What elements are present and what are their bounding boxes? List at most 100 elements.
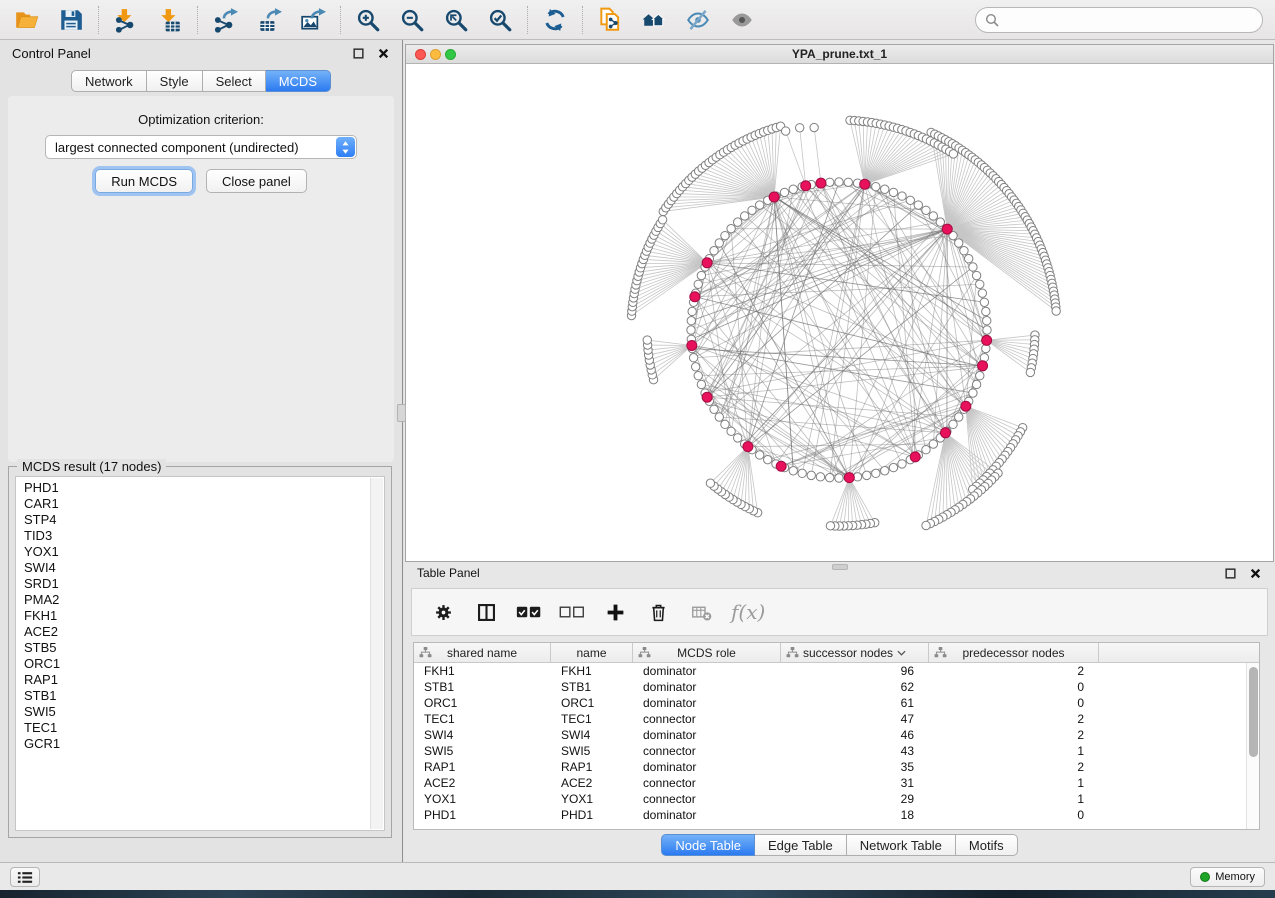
tab-edge-table[interactable]: Edge Table <box>755 834 847 856</box>
network-node[interactable] <box>740 212 748 220</box>
network-canvas[interactable] <box>406 64 1273 561</box>
mcds-hub-node[interactable] <box>743 442 753 452</box>
network-node[interactable] <box>798 469 806 477</box>
mcds-hub-node[interactable] <box>978 361 988 371</box>
toggle-columns-button[interactable] <box>473 599 499 625</box>
import-network-button[interactable] <box>107 4 145 36</box>
network-node[interactable] <box>898 460 906 468</box>
search-box[interactable] <box>975 7 1263 33</box>
network-node[interactable] <box>949 420 957 428</box>
network-node[interactable] <box>688 307 696 315</box>
network-node[interactable] <box>972 271 980 279</box>
mcds-hub-node[interactable] <box>816 178 826 188</box>
network-node[interactable] <box>733 434 741 442</box>
network-node[interactable] <box>929 212 937 220</box>
maximize-window-icon[interactable] <box>445 49 456 60</box>
network-node[interactable] <box>955 239 963 247</box>
column-header-shared-name[interactable]: shared name <box>414 643 551 662</box>
network-node[interactable] <box>906 196 914 204</box>
network-node[interactable] <box>691 363 699 371</box>
close-panel-button[interactable]: Close panel <box>206 169 307 193</box>
table-row[interactable]: STB1STB1dominator620 <box>414 679 1259 695</box>
network-node[interactable] <box>889 463 897 471</box>
table-scrollbar-thumb[interactable] <box>1249 667 1258 757</box>
network-node[interactable] <box>936 218 944 226</box>
export-image-button[interactable] <box>294 4 332 36</box>
float-panel-icon[interactable] <box>352 47 365 60</box>
network-node[interactable] <box>694 372 702 380</box>
network-node[interactable] <box>863 471 871 479</box>
network-node[interactable] <box>727 427 735 435</box>
column-header-successor-nodes[interactable]: successor nodes <box>781 643 929 662</box>
network-node[interactable] <box>983 317 991 325</box>
network-node[interactable] <box>872 469 880 477</box>
mcds-result-item[interactable]: FKH1 <box>16 608 384 624</box>
select-all-button[interactable] <box>516 599 542 625</box>
panel-splitter-grip[interactable] <box>397 404 406 422</box>
run-mcds-button[interactable]: Run MCDS <box>95 169 193 193</box>
first-neighbors-button[interactable] <box>635 4 673 36</box>
network-node[interactable] <box>697 380 705 388</box>
table-row[interactable]: PHD1PHD1dominator180 <box>414 807 1259 823</box>
network-node[interactable] <box>810 123 818 131</box>
mcds-result-item[interactable]: STP4 <box>16 512 384 528</box>
network-node[interactable] <box>748 206 756 214</box>
search-input[interactable] <box>999 9 1262 31</box>
network-node[interactable] <box>706 479 714 487</box>
export-table-button[interactable] <box>250 4 288 36</box>
table-row[interactable]: RAP1RAP1dominator352 <box>414 759 1259 775</box>
hide-selected-button[interactable] <box>679 4 717 36</box>
mcds-hub-node[interactable] <box>690 292 700 302</box>
tab-node-table[interactable]: Node Table <box>661 834 755 856</box>
network-node[interactable] <box>789 185 797 193</box>
network-node[interactable] <box>960 246 968 254</box>
tab-motifs[interactable]: Motifs <box>956 834 1018 856</box>
mcds-result-item[interactable]: PHD1 <box>16 480 384 496</box>
table-settings-button[interactable] <box>430 599 456 625</box>
mcds-result-item[interactable]: SWI4 <box>16 560 384 576</box>
mcds-hub-node[interactable] <box>687 340 697 350</box>
network-node[interactable] <box>727 224 735 232</box>
table-row[interactable]: FKH1FKH1dominator962 <box>414 663 1259 679</box>
network-node[interactable] <box>1052 307 1060 315</box>
network-node[interactable] <box>755 451 763 459</box>
mcds-result-item[interactable]: SWI5 <box>16 704 384 720</box>
save-session-button[interactable] <box>52 4 90 36</box>
network-node[interactable] <box>898 192 906 200</box>
network-node[interactable] <box>982 307 990 315</box>
network-node[interactable] <box>710 246 718 254</box>
mcds-hub-node[interactable] <box>702 258 712 268</box>
network-node[interactable] <box>694 280 702 288</box>
network-node[interactable] <box>972 380 980 388</box>
network-node[interactable] <box>807 471 815 479</box>
table-row[interactable]: YOX1YOX1connector291 <box>414 791 1259 807</box>
add-column-button[interactable] <box>602 599 628 625</box>
close-panel-icon[interactable] <box>377 47 390 60</box>
tab-mcds[interactable]: MCDS <box>266 70 331 92</box>
network-node[interactable] <box>715 239 723 247</box>
network-node[interactable] <box>755 201 763 209</box>
network-node[interactable] <box>976 280 984 288</box>
network-node[interactable] <box>789 467 797 475</box>
network-node[interactable] <box>922 206 930 214</box>
network-node[interactable] <box>978 289 986 297</box>
import-table-button[interactable] <box>151 4 189 36</box>
table-row[interactable]: SWI5SWI5connector431 <box>414 743 1259 759</box>
mcds-hub-node[interactable] <box>860 179 870 189</box>
minimize-window-icon[interactable] <box>430 49 441 60</box>
refresh-view-button[interactable] <box>536 4 574 36</box>
mcds-result-item[interactable]: TID3 <box>16 528 384 544</box>
network-node[interactable] <box>922 446 930 454</box>
table-scrollbar[interactable] <box>1246 663 1259 829</box>
table-panel-resize-grip[interactable] <box>832 564 848 570</box>
network-node[interactable] <box>826 474 834 482</box>
network-node[interactable] <box>835 178 843 186</box>
network-node[interactable] <box>1026 368 1034 376</box>
float-table-panel-icon[interactable] <box>1224 567 1237 580</box>
network-node[interactable] <box>922 521 930 529</box>
zoom-fit-button[interactable] <box>437 4 475 36</box>
result-list-scrollbar[interactable] <box>370 478 383 829</box>
mcds-result-item[interactable]: TEC1 <box>16 720 384 736</box>
mcds-result-item[interactable]: SRD1 <box>16 576 384 592</box>
zoom-out-button[interactable] <box>393 4 431 36</box>
